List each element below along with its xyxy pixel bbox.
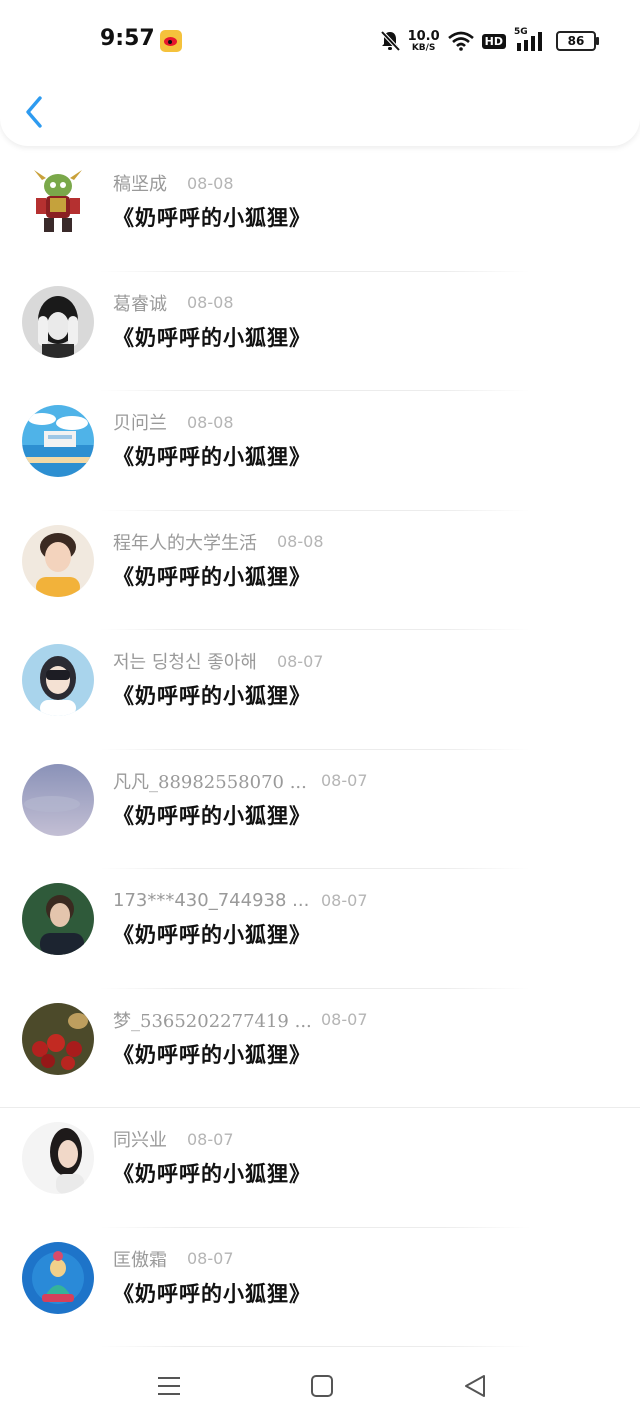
status-time: 9:57 — [100, 26, 155, 51]
avatar[interactable] — [22, 763, 94, 836]
username[interactable]: 173***430_744938 ... — [113, 890, 309, 911]
list-item[interactable]: 匡傲霜 08-07 《奶呼呼的小狐狸》 — [0, 1228, 640, 1347]
avatar[interactable] — [22, 405, 94, 477]
item-meta: 凡凡_88982558070 ... 08-07 — [113, 769, 368, 793]
date: 08-08 — [277, 532, 324, 551]
list-item[interactable]: 梦_5365202277419 ... 08-07 《奶呼呼的小狐狸》 — [0, 989, 640, 1108]
net-speed: 10.0 KB/S — [408, 30, 440, 53]
comment-text: 《奶呼呼的小狐狸》 — [113, 683, 311, 708]
menu-icon — [158, 1377, 180, 1395]
home-button[interactable] — [304, 1368, 340, 1404]
item-meta: 贝问兰 08-08 — [113, 409, 234, 435]
date: 08-07 — [321, 890, 368, 910]
cell-signal: 5G — [514, 27, 544, 53]
username[interactable]: 凡凡_88982558070 ... — [113, 768, 307, 794]
chevron-left-icon — [26, 96, 42, 128]
list-item[interactable]: 173***430_744938 ... 08-07 《奶呼呼的小狐狸》 — [0, 869, 640, 989]
like-list: 稿坚成 08-08 《奶呼呼的小狐狸》 葛睿诚 08-08 《奶呼呼的小狐狸》 … — [0, 152, 640, 1347]
mute-bell-icon — [380, 30, 400, 52]
date: 08-07 — [276, 651, 324, 671]
username[interactable]: 葛睿诚 — [113, 290, 167, 316]
list-item[interactable]: 同兴业 08-07 《奶呼呼的小狐狸》 — [0, 1108, 640, 1228]
avatar[interactable] — [22, 1002, 94, 1075]
date: 08-07 — [187, 1249, 234, 1268]
status-icons: 10.0 KB/S HD 5G 86 — [380, 27, 599, 54]
username[interactable]: 저는 딩청신 좋아해 — [113, 648, 257, 674]
avatar[interactable] — [22, 1241, 94, 1314]
menu-button[interactable] — [151, 1368, 187, 1404]
username[interactable]: 稿坚成 — [113, 170, 167, 196]
list-item[interactable]: 凡凡_88982558070 ... 08-07 《奶呼呼的小狐狸》 — [0, 750, 640, 869]
list-item[interactable]: 葛睿诚 08-08 《奶呼呼的小狐狸》 — [0, 272, 640, 391]
date: 08-07 — [321, 771, 368, 790]
item-meta: 同兴业 08-07 — [113, 1126, 234, 1152]
comment-text: 《奶呼呼的小狐狸》 — [113, 324, 311, 350]
date: 08-08 — [187, 173, 234, 193]
signal-bars-icon — [517, 32, 542, 51]
home-square-icon — [311, 1375, 333, 1397]
item-meta: 程年人的大学生活 08-08 — [113, 530, 324, 554]
back-button[interactable] — [20, 92, 52, 132]
system-back-button[interactable] — [457, 1368, 493, 1404]
list-item[interactable]: 저는 딩청신 좋아해 08-07 《奶呼呼的小狐狸》 — [0, 630, 640, 750]
comment-text: 《奶呼呼的小狐狸》 — [113, 1041, 311, 1067]
weibo-notification-icon — [160, 30, 182, 52]
avatar[interactable] — [22, 524, 94, 597]
avatar[interactable] — [22, 166, 94, 238]
comment-text: 《奶呼呼的小狐狸》 — [113, 922, 311, 947]
item-meta: 梦_5365202277419 ... 08-07 — [113, 1008, 368, 1032]
divider — [100, 1346, 530, 1347]
comment-text: 《奶呼呼的小狐狸》 — [113, 1280, 311, 1306]
username[interactable]: 程年人的大学生活 — [113, 529, 257, 555]
avatar[interactable] — [22, 644, 94, 716]
comment-text: 《奶呼呼的小狐狸》 — [113, 444, 311, 469]
list-item[interactable]: 贝问兰 08-08 《奶呼呼的小狐狸》 — [0, 391, 640, 511]
item-meta: 葛睿诚 08-08 — [113, 291, 234, 315]
wifi-icon — [447, 31, 474, 51]
date: 08-07 — [187, 1129, 234, 1149]
net-speed-value: 10.0 — [407, 28, 440, 44]
status-bar: 9:57 10.0 KB/S HD 5G 86 — [0, 0, 640, 80]
avatar[interactable] — [22, 883, 94, 955]
date: 08-08 — [187, 412, 234, 432]
username[interactable]: 匡傲霜 — [113, 1246, 167, 1272]
screen: 9:57 10.0 KB/S HD 5G 86 稿坚成 08-08 《奶呼呼的小… — [0, 0, 640, 1422]
avatar[interactable] — [22, 1122, 94, 1194]
battery-indicator: 86 — [556, 31, 599, 51]
net-speed-unit: KB/S — [411, 42, 436, 53]
comment-text: 《奶呼呼的小狐狸》 — [113, 563, 311, 589]
avatar[interactable] — [22, 285, 94, 358]
comment-text: 《奶呼呼的小狐狸》 — [113, 205, 311, 230]
username[interactable]: 梦_5365202277419 ... — [113, 1007, 312, 1033]
list-item[interactable]: 稿坚成 08-08 《奶呼呼的小狐狸》 — [0, 152, 640, 272]
list-item[interactable]: 程年人的大学生活 08-08 《奶呼呼的小狐狸》 — [0, 511, 640, 630]
hd-badge: HD — [481, 33, 506, 49]
system-nav-bar — [0, 1350, 640, 1422]
header-bar: 9:57 10.0 KB/S HD 5G 86 — [0, 0, 640, 146]
date: 08-07 — [321, 1010, 368, 1029]
back-triangle-icon — [465, 1375, 485, 1397]
date: 08-08 — [187, 293, 234, 312]
comment-text: 《奶呼呼的小狐狸》 — [113, 1161, 311, 1186]
item-meta: 저는 딩청신 좋아해 08-07 — [113, 648, 324, 674]
item-meta: 173***430_744938 ... 08-07 — [113, 888, 368, 912]
item-meta: 匡傲霜 08-07 — [113, 1247, 234, 1271]
item-meta: 稿坚成 08-08 — [113, 170, 234, 196]
username[interactable]: 同兴业 — [113, 1126, 167, 1152]
comment-text: 《奶呼呼的小狐狸》 — [113, 802, 311, 828]
username[interactable]: 贝问兰 — [113, 409, 167, 435]
